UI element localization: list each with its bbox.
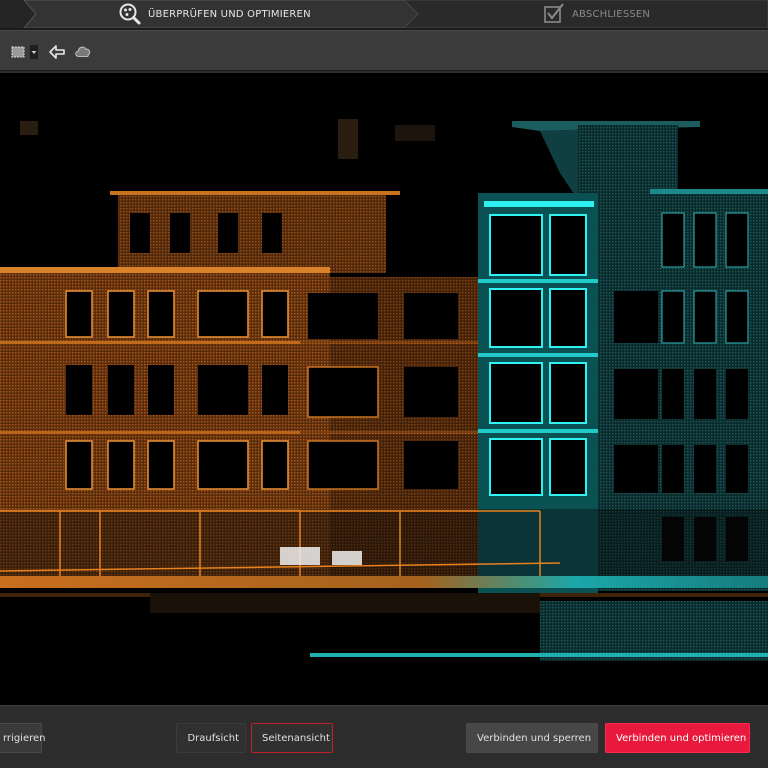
- connect-optimize-button[interactable]: Verbinden und optimieren: [605, 723, 750, 753]
- step-review-label: ÜBERPRÜFEN UND OPTIMIEREN: [148, 8, 311, 20]
- top-view-button[interactable]: Draufsicht: [176, 723, 246, 753]
- foreground-scatter: [150, 593, 768, 661]
- stepper-background: [0, 0, 768, 28]
- top-view-label: Draufsicht: [187, 732, 239, 744]
- connect-lock-button[interactable]: Verbinden und sperren: [466, 723, 598, 753]
- wizard-stepper: ÜBERPRÜFEN UND OPTIMIEREN ABSCHLIESSEN: [0, 0, 768, 28]
- app-window: ÜBERPRÜFEN UND OPTIMIEREN ABSCHLIESSEN r…: [0, 0, 768, 768]
- inspect-icon: [119, 3, 141, 25]
- step-finish[interactable]: ABSCHLIESSEN: [542, 0, 650, 28]
- side-view-label: Seitenansicht: [262, 732, 330, 744]
- side-view-button[interactable]: Seitenansicht: [251, 723, 333, 753]
- korrigieren-button[interactable]: rrigieren: [0, 723, 46, 753]
- sparse-points: [20, 119, 435, 159]
- selection-icon[interactable]: [10, 43, 28, 61]
- connect-optimize-label: Verbinden und optimieren: [616, 732, 747, 744]
- back-arrow-icon[interactable]: [48, 43, 66, 61]
- bottom-action-bar: rrigieren Draufsicht Seitenansicht Verbi…: [0, 705, 768, 768]
- korrigieren-label: rrigieren: [3, 732, 46, 744]
- point-cloud-viewport[interactable]: [0, 73, 768, 705]
- connect-lock-label: Verbinden und sperren: [477, 732, 592, 744]
- dropdown-icon[interactable]: [30, 45, 38, 59]
- cloud-icon[interactable]: [74, 43, 92, 61]
- step-review-optimize[interactable]: ÜBERPRÜFEN UND OPTIMIEREN: [118, 0, 311, 28]
- ground-floor: [0, 509, 768, 597]
- checkbox-icon: [544, 3, 564, 23]
- viewport-toolbar: [0, 30, 768, 74]
- point-cloud-render: [0, 119, 768, 661]
- step-finish-label: ABSCHLIESSEN: [572, 8, 651, 20]
